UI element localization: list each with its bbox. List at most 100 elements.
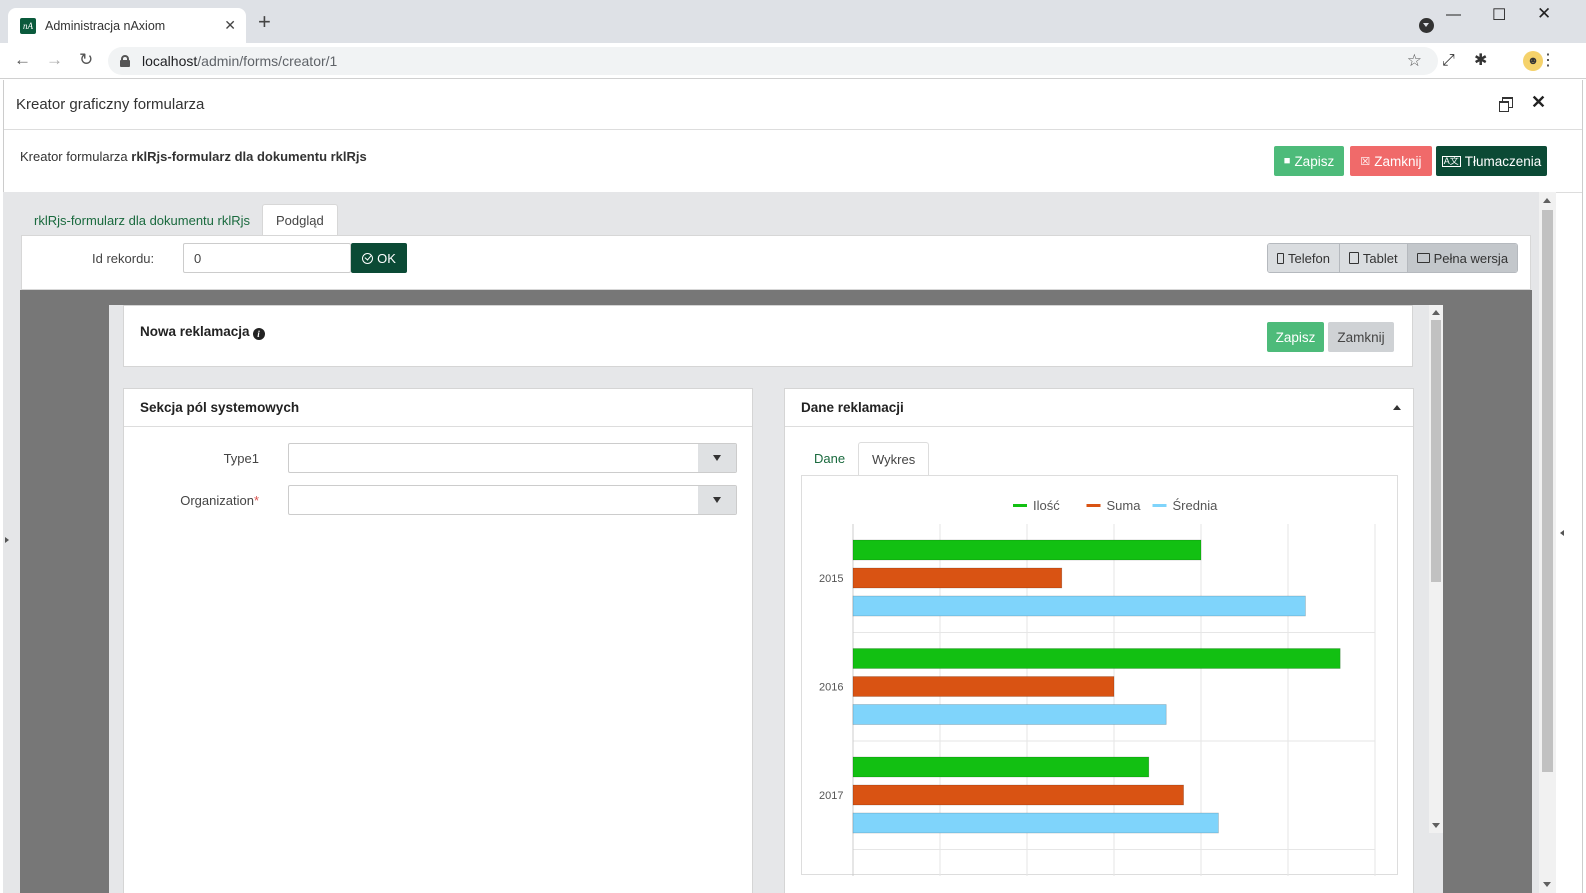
window-close-icon[interactable]: ✕ (1537, 4, 1551, 24)
organization-select[interactable] (288, 485, 737, 515)
bar-2016-1 (852, 676, 1115, 697)
side-panel-collapse-icon[interactable] (1560, 530, 1564, 536)
minimize-icon[interactable]: — (1446, 6, 1461, 23)
complaint-section-title: Dane reklamacji (785, 389, 1413, 427)
scroll-down-icon[interactable] (1432, 823, 1440, 828)
collapse-caret-icon[interactable] (1393, 405, 1401, 410)
tab-search-chevron-icon[interactable] (1419, 18, 1434, 33)
chevron-down-icon[interactable] (698, 444, 736, 472)
ok-button-label: OK (377, 250, 396, 266)
type1-label-text: Type1 (223, 451, 259, 466)
lock-icon (120, 55, 130, 67)
side-panel-expand-icon[interactable] (5, 537, 9, 543)
address-bar[interactable]: localhost/admin/forms/creator/1 ☆ (108, 47, 1438, 75)
legend-swatch-2 (1152, 504, 1167, 507)
form-header-card: Nowa reklamacja i Zapisz Zamknij (123, 305, 1413, 367)
restore-window-icon[interactable] (1499, 97, 1513, 112)
device-tablet-label: Tablet (1362, 250, 1398, 266)
bar-2016-0 (852, 648, 1341, 669)
bar-2017-2 (852, 812, 1219, 834)
url-path: /admin/forms/creator/1 (197, 53, 338, 69)
organization-label: Organization* (139, 493, 259, 508)
bar-2015-1 (852, 567, 1063, 589)
desktop-monitor-icon (1416, 253, 1430, 263)
info-icon[interactable]: i (252, 328, 265, 340)
tablet-icon (1348, 252, 1359, 264)
close-button-label: Zamknij (1374, 153, 1422, 169)
crumb-prefix: Kreator formularza (20, 149, 132, 164)
legend-label-0: Ilość (1033, 498, 1060, 513)
type1-select[interactable] (288, 443, 737, 473)
form-title: Nowa reklamacja i (140, 324, 265, 340)
close-square-icon: ☒ (1360, 155, 1371, 168)
device-desktop-label: Pełna wersja (1433, 250, 1509, 266)
new-tab-plus-icon[interactable]: + (258, 11, 271, 33)
extensions-puzzle-icon[interactable]: ✱ (1474, 52, 1487, 70)
type1-label: Type1 (139, 451, 259, 466)
browser-toolbar: ← → ↻ localhost/admin/forms/creator/1 ☆ … (0, 43, 1586, 79)
close-button[interactable]: ☒ Zamknij (1350, 146, 1432, 176)
browser-tab[interactable]: nA Administracja nAxiom ✕ (8, 8, 246, 43)
expand-arrows-icon[interactable]: ⤢ (1442, 52, 1455, 70)
content-scrollbar[interactable] (1539, 192, 1556, 893)
bookmark-star-icon[interactable]: ☆ (1407, 51, 1422, 71)
legend-swatch-0 (1013, 504, 1027, 507)
form-close-button[interactable]: Zamknij (1328, 322, 1394, 352)
bar-chart: Ilość Suma Średnia 2015 2016 2017 (819, 498, 1376, 876)
device-switcher: Telefon Tablet Pełna wersja (1267, 243, 1519, 273)
legend-label-1: Suma (1107, 498, 1142, 513)
ok-button[interactable]: OK (351, 243, 407, 273)
system-fields-section: Sekcja pól systemowych Type1 Organizatio… (123, 388, 753, 893)
device-phone-button[interactable]: Telefon (1268, 244, 1340, 272)
tab-preview[interactable]: Podgląd (262, 204, 338, 236)
crumb-form-name: rklRjs-formularz dla dokumentu rklRjs (131, 149, 367, 164)
form-title-text: Nowa reklamacja (140, 324, 250, 339)
dialog-title: Kreator graficzny formularza (16, 96, 205, 113)
legend-swatch-1 (1086, 504, 1101, 507)
device-desktop-button[interactable]: Pełna wersja (1407, 244, 1518, 272)
reload-icon[interactable]: ↻ (79, 51, 93, 69)
bar-2015-0 (852, 539, 1202, 561)
organization-label-text: Organization (180, 493, 254, 508)
scroll-up-icon[interactable] (1543, 198, 1551, 203)
url-host: localhost (142, 53, 198, 69)
translations-button-label: Tłumaczenia (1464, 153, 1542, 169)
tab-form-definition[interactable]: rklRjs-formularz dla dokumentu rklRjs (21, 204, 263, 236)
bar-2015-2 (852, 595, 1306, 617)
tab-close-icon[interactable]: ✕ (224, 17, 236, 34)
system-section-title: Sekcja pól systemowych (124, 389, 752, 427)
preview-scroll-thumb[interactable] (1431, 320, 1441, 582)
preview-scrollbar[interactable] (1429, 305, 1443, 833)
bar-2017-1 (852, 784, 1184, 806)
legend-label-2: Średnia (1173, 498, 1219, 513)
translate-icon: A文 (1441, 155, 1461, 167)
bar-2017-0 (852, 756, 1150, 778)
chart-container: Ilość Suma Średnia 2015 2016 2017 (801, 475, 1398, 876)
tab-data[interactable]: Dane (801, 442, 858, 475)
save-button[interactable]: ■ Zapisz (1274, 146, 1344, 176)
dialog-header: Kreator graficzny formularza ✕ (4, 80, 1582, 130)
translations-button[interactable]: A文 Tłumaczenia (1436, 146, 1547, 176)
preview-canvas: Nowa reklamacja i Zapisz Zamknij Sekcja p… (20, 290, 1532, 893)
device-tablet-button[interactable]: Tablet (1339, 244, 1408, 272)
form-preview: Nowa reklamacja i Zapisz Zamknij Sekcja p… (109, 305, 1443, 893)
save-button-label: Zapisz (1294, 153, 1335, 169)
scroll-up-icon[interactable] (1432, 310, 1440, 315)
scroll-down-icon[interactable] (1543, 882, 1551, 887)
creator-breadcrumb: Kreator formularza rklRjs-formularz dla … (20, 149, 367, 164)
chevron-down-icon[interactable] (698, 486, 736, 514)
dialog-close-icon[interactable]: ✕ (1531, 92, 1546, 113)
phone-icon (1277, 252, 1284, 264)
preview-toolbar: Id rekordu: 0 OK Telefon Tablet Pełna we… (21, 235, 1531, 290)
record-id-input[interactable]: 0 (183, 243, 351, 273)
tab-chart[interactable]: Wykres (858, 442, 930, 475)
app-favicon-icon: nA (20, 17, 36, 34)
form-save-button[interactable]: Zapisz (1267, 322, 1324, 352)
maximize-icon[interactable]: ☐ (1492, 5, 1506, 25)
content-scroll-thumb[interactable] (1542, 210, 1553, 772)
forward-arrow-icon[interactable]: → (46, 51, 63, 69)
device-phone-label: Telefon (1288, 250, 1330, 266)
profile-avatar[interactable]: ☻ (1523, 51, 1543, 71)
back-arrow-icon[interactable]: ← (14, 51, 31, 69)
save-disk-icon: ■ (1283, 155, 1291, 167)
